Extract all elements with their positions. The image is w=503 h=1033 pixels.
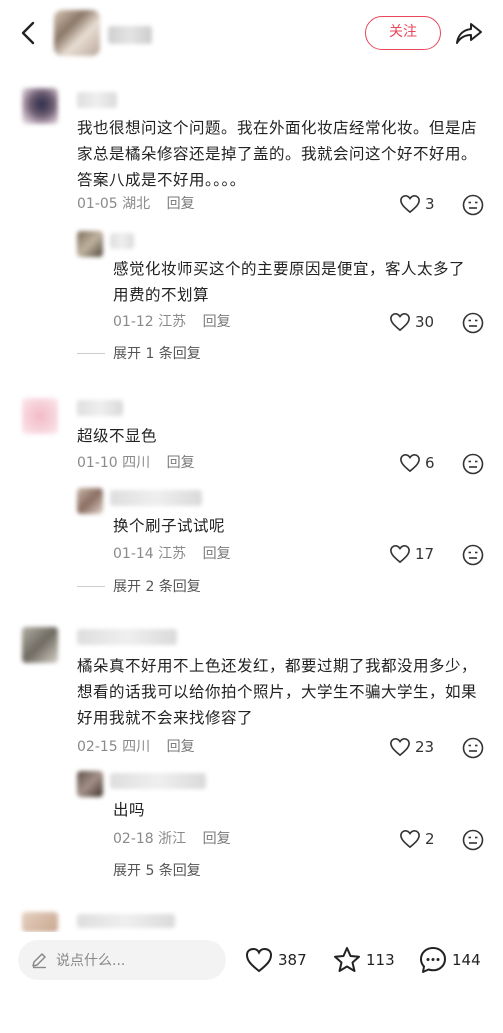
heart-outline-icon: [390, 312, 410, 332]
like-button[interactable]: 30: [389, 311, 434, 333]
reply-button[interactable]: 回复: [167, 455, 195, 471]
comment-input[interactable]: 说点什么...: [18, 940, 226, 980]
comment-meta: 02-15 四川 回复: [77, 737, 195, 757]
username-blurred[interactable]: [110, 773, 206, 789]
avatar[interactable]: [22, 627, 58, 663]
like-button[interactable]: 6: [399, 452, 435, 474]
like-count: 23: [415, 738, 435, 756]
reply-button[interactable]: 回复: [203, 546, 231, 562]
expand-label: 展开 1 条回复: [113, 346, 201, 362]
dislike-face-icon[interactable]: [462, 544, 484, 566]
reply-meta: 01-14 江苏 回复: [113, 544, 231, 564]
username-blurred[interactable]: [110, 233, 134, 249]
comment-text: 橘朵真不好用不上色还发红，都要过期了我都没用多少， 想看的话我可以给你拍个照片，…: [77, 657, 478, 727]
avatar[interactable]: [22, 398, 58, 434]
comment-input-placeholder: 说点什么...: [56, 953, 126, 969]
post-like-count: 387: [278, 951, 307, 969]
reply-date: 01-12: [113, 314, 154, 330]
reply-meta: 02-18 浙江 回复: [113, 829, 231, 849]
comment-bubble-icon: [420, 947, 446, 973]
comment-button[interactable]: 144: [418, 944, 481, 976]
username-blurred[interactable]: [77, 914, 175, 928]
like-post-button[interactable]: 387: [244, 944, 307, 976]
star-outline-icon: [334, 947, 360, 972]
reply-location: 江苏: [158, 546, 187, 562]
heart-outline-icon: [390, 737, 410, 757]
reply-date: 02-18: [113, 831, 154, 847]
expand-label: 展开 2 条回复: [113, 579, 201, 595]
divider: [77, 352, 105, 354]
reply-button[interactable]: 回复: [167, 196, 195, 212]
collect-button[interactable]: 113: [332, 944, 395, 976]
comment-date: 02-15: [77, 739, 118, 755]
collect-count: 113: [366, 951, 395, 969]
heart-outline-icon: [400, 194, 420, 214]
comment-date: 01-05: [77, 196, 118, 212]
reply-meta: 01-12 江苏 回复: [113, 312, 231, 332]
like-count: 6: [425, 454, 435, 472]
divider: [77, 585, 105, 587]
like-count: 2: [425, 830, 435, 848]
avatar[interactable]: [77, 771, 103, 797]
like-button[interactable]: 23: [389, 736, 434, 758]
follow-button[interactable]: 关注: [365, 16, 441, 50]
reply-location: 浙江: [158, 831, 187, 847]
like-count: 17: [415, 545, 435, 563]
comment-meta: 01-05 湖北 回复: [77, 194, 195, 214]
author-name-blurred[interactable]: [108, 26, 152, 44]
heart-outline-icon: [400, 829, 420, 849]
reply-location: 江苏: [158, 314, 187, 330]
reply-button[interactable]: 回复: [167, 739, 195, 755]
expand-replies-button[interactable]: 展开 1 条回复: [77, 343, 201, 363]
dislike-face-icon[interactable]: [462, 829, 484, 851]
chevron-left-icon[interactable]: [14, 18, 44, 48]
avatar[interactable]: [77, 488, 103, 514]
expand-replies-button[interactable]: 展开 5 条回复: [113, 860, 201, 880]
like-count: 3: [425, 195, 435, 213]
dislike-face-icon[interactable]: [462, 737, 484, 759]
dislike-face-icon[interactable]: [462, 453, 484, 475]
avatar[interactable]: [77, 231, 103, 257]
username-blurred[interactable]: [77, 92, 117, 108]
heart-outline-icon: [390, 544, 410, 564]
reply-text: 感觉化妆师买这个的主要原因是便宜，客人太多了 用费的不划算: [113, 260, 466, 304]
bottom-bar: 说点什么... 387 113 144: [0, 932, 503, 992]
like-button[interactable]: 2: [399, 828, 435, 850]
pen-icon: [32, 953, 46, 969]
heart-outline-icon: [245, 947, 273, 973]
comment-text: 我也很想问这个问题。我在外面化妆店经常化妆。但是店 家总是橘朵修容还是掉了盖的。…: [77, 119, 478, 189]
avatar[interactable]: [22, 88, 58, 124]
username-blurred[interactable]: [77, 629, 177, 645]
expand-replies-button[interactable]: 展开 2 条回复: [77, 576, 201, 596]
username-blurred[interactable]: [77, 400, 123, 416]
comment-location: 湖北: [122, 196, 151, 212]
dislike-face-icon[interactable]: [462, 312, 484, 334]
reply-button[interactable]: 回复: [203, 314, 231, 330]
dislike-face-icon[interactable]: [462, 194, 484, 216]
heart-outline-icon: [400, 453, 420, 473]
top-bar: 关注: [0, 0, 503, 68]
comment-location: 四川: [122, 739, 151, 755]
comment-date: 01-10: [77, 455, 118, 471]
share-arrow-icon[interactable]: [454, 18, 484, 48]
username-blurred[interactable]: [110, 490, 202, 506]
avatar[interactable]: [22, 912, 58, 932]
like-button[interactable]: 3: [399, 193, 435, 215]
comment-location: 四川: [122, 455, 151, 471]
reply-button[interactable]: 回复: [203, 831, 231, 847]
reply-text: 出吗: [113, 801, 146, 819]
comment-meta: 01-10 四川 回复: [77, 453, 195, 473]
author-avatar[interactable]: [54, 10, 100, 56]
comment-count: 144: [452, 951, 481, 969]
reply-text: 换个刷子试试呢: [113, 517, 226, 535]
like-button[interactable]: 17: [389, 543, 434, 565]
comment-text: 超级不显色: [77, 427, 158, 445]
reply-date: 01-14: [113, 546, 154, 562]
expand-label: 展开 5 条回复: [113, 863, 201, 879]
like-count: 30: [415, 313, 435, 331]
